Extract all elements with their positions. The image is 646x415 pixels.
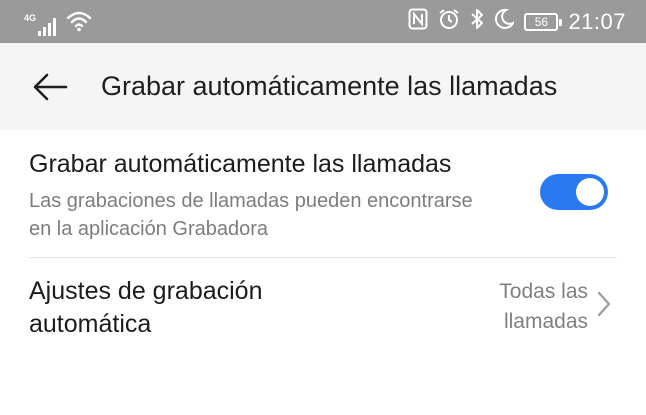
do-not-disturb-icon (494, 8, 516, 35)
auto-record-row[interactable]: Grabar automáticamente las llamadas Las … (0, 130, 646, 257)
alarm-icon (438, 8, 460, 35)
auto-record-description: Las grabaciones de llamadas pueden encon… (29, 190, 473, 240)
battery-level: 56 (534, 14, 549, 29)
toggle-knob (576, 178, 604, 206)
arrow-left-icon (33, 73, 68, 101)
nfc-icon (408, 8, 428, 35)
toolbar: Grabar automáticamente las llamadas (0, 43, 646, 130)
auto-record-settings-title: Ajustes de grabación automática (29, 277, 263, 338)
page-title: Grabar automáticamente las llamadas (101, 71, 558, 101)
auto-record-toggle[interactable] (540, 174, 608, 210)
status-right: 56 21:07 (408, 8, 626, 35)
auto-record-title: Grabar automáticamente las llamadas (29, 150, 452, 178)
auto-record-settings-value: Todas las llamadas (499, 280, 588, 333)
signal-icon: 4G (24, 13, 58, 37)
bluetooth-icon (470, 8, 484, 35)
wifi-icon (66, 10, 92, 37)
chevron-right-icon (597, 291, 611, 317)
auto-record-settings-row[interactable]: Ajustes de grabación automática Todas la… (0, 258, 646, 358)
clock: 21:07 (568, 8, 626, 34)
status-bar: 4G 56 21:07 (0, 0, 646, 43)
back-button[interactable] (28, 65, 72, 109)
battery-icon: 56 (524, 12, 563, 31)
status-left: 4G (24, 10, 92, 37)
